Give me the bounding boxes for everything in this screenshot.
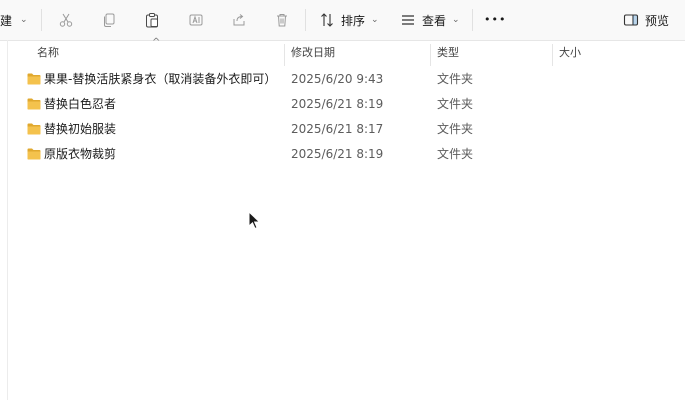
file-name: 替换初始服装 <box>44 122 117 136</box>
column-header: 名称 修改日期 类型 大小 <box>0 40 685 66</box>
folder-icon <box>27 123 41 135</box>
column-type-header[interactable]: 类型 <box>437 40 459 66</box>
column-size-header[interactable]: 大小 <box>559 40 581 66</box>
list-item[interactable]: 果果-替换活肤紧身衣（取消装备外衣即可） 2025/6/20 9:43 文件夹 <box>0 67 685 92</box>
preview-pane-button[interactable]: 预览 <box>623 0 669 40</box>
toolbar-divider <box>41 9 42 31</box>
sort-button[interactable]: 排序 ⌄ <box>319 0 379 40</box>
new-label: 新建 <box>0 13 13 28</box>
list-item[interactable]: 原版衣物裁剪 2025/6/21 8:19 文件夹 <box>0 142 685 167</box>
toolbar-divider <box>472 9 473 31</box>
delete-icon[interactable] <box>270 0 294 40</box>
chevron-down-icon: ⌄ <box>371 15 379 25</box>
share-icon[interactable] <box>227 0 251 40</box>
view-label: 查看 <box>422 13 447 28</box>
file-name: 原版衣物裁剪 <box>44 147 117 161</box>
column-date-header[interactable]: 修改日期 <box>291 40 335 66</box>
toolbar-divider <box>305 9 306 31</box>
command-bar: 新建 ⌄ 排序 ⌄ 查看 ⌄ ••• 预览 <box>0 0 685 41</box>
copy-icon[interactable] <box>97 0 121 40</box>
file-date: 2025/6/21 8:19 <box>291 147 384 161</box>
folder-icon <box>27 73 41 85</box>
list-item[interactable]: 替换初始服装 2025/6/21 8:17 文件夹 <box>0 117 685 142</box>
file-name: 果果-替换活肤紧身衣（取消装备外衣即可） <box>44 72 277 86</box>
file-date: 2025/6/21 8:19 <box>291 97 384 111</box>
view-button[interactable]: 查看 ⌄ <box>400 0 460 40</box>
preview-label: 预览 <box>645 13 670 28</box>
file-date: 2025/6/20 9:43 <box>291 72 384 86</box>
sort-icon <box>321 13 333 27</box>
paste-icon[interactable] <box>140 0 164 40</box>
rename-icon[interactable] <box>184 0 208 40</box>
chevron-down-icon: ⌄ <box>452 15 460 25</box>
folder-icon <box>27 98 41 110</box>
folder-icon <box>27 148 41 160</box>
more-options-button[interactable]: ••• <box>484 0 506 39</box>
file-type: 文件夹 <box>437 72 474 86</box>
list-item[interactable]: 替换白色忍者 2025/6/21 8:19 文件夹 <box>0 92 685 117</box>
preview-pane-icon <box>623 14 639 26</box>
column-divider[interactable] <box>430 44 431 66</box>
more-icon: ••• <box>484 12 507 26</box>
file-date: 2025/6/21 8:17 <box>291 122 384 136</box>
file-type: 文件夹 <box>437 147 474 161</box>
chevron-down-icon: ⌄ <box>20 15 28 25</box>
file-type: 文件夹 <box>437 122 474 136</box>
column-divider[interactable] <box>552 44 553 66</box>
mouse-cursor-icon <box>248 211 261 230</box>
file-type: 文件夹 <box>437 97 474 111</box>
column-name-header[interactable]: 名称 <box>37 40 59 66</box>
new-button[interactable]: 新建 ⌄ <box>0 0 28 40</box>
column-divider[interactable] <box>284 44 285 66</box>
cut-icon[interactable] <box>54 0 78 40</box>
view-icon <box>402 15 414 25</box>
file-name: 替换白色忍者 <box>44 97 117 111</box>
sort-ascending-icon: ^ <box>152 37 161 48</box>
sort-label: 排序 <box>341 13 366 28</box>
